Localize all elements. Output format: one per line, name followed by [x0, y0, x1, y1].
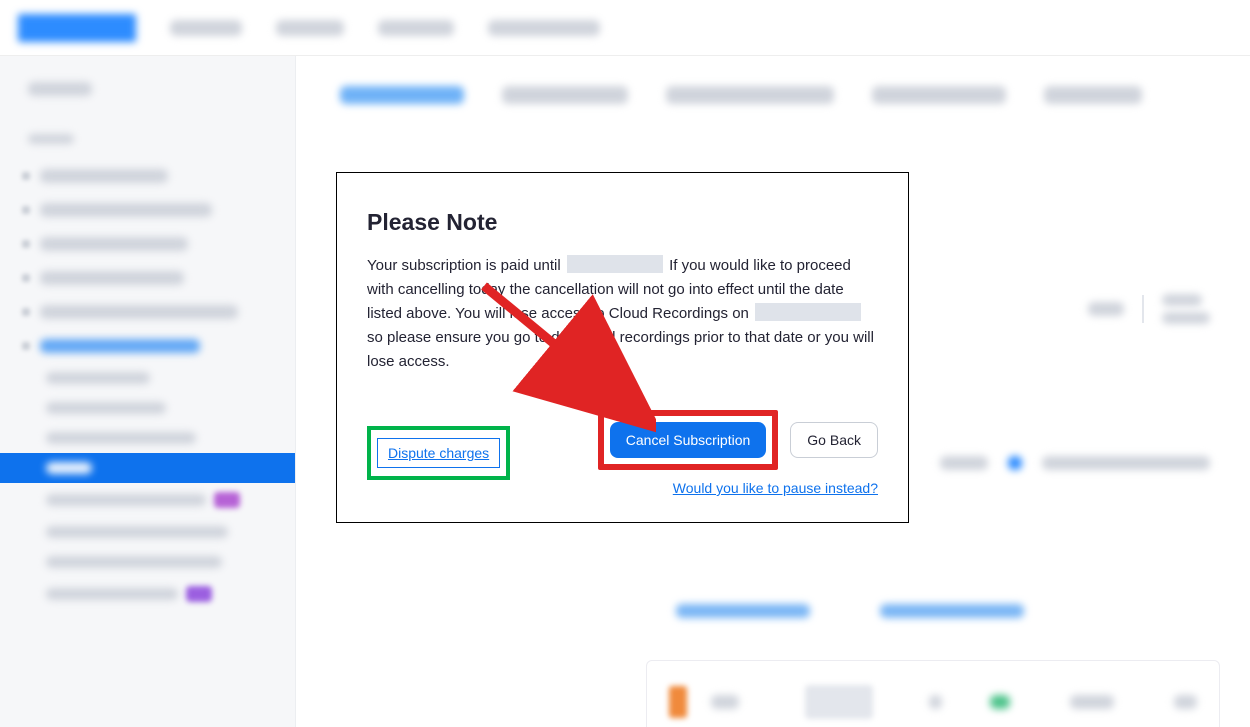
sidebar-subitem [0, 547, 295, 577]
tab [502, 86, 628, 104]
cancel-subscription-button[interactable]: Cancel Subscription [610, 422, 767, 458]
topnav-item [170, 20, 242, 36]
sidebar-item [0, 261, 295, 295]
topnav-item [276, 20, 344, 36]
go-back-button[interactable]: Go Back [790, 422, 878, 458]
highlight-green: Dispute charges [367, 426, 510, 480]
top-nav [0, 0, 1250, 56]
redacted-date [567, 255, 663, 273]
sidebar-item [0, 193, 295, 227]
sidebar-subitem [0, 423, 295, 453]
sidebar-item [0, 227, 295, 261]
sidebar [0, 56, 296, 727]
bg-card [646, 660, 1220, 727]
topnav-item [378, 20, 454, 36]
tab [872, 86, 1006, 104]
sidebar-item [0, 159, 295, 193]
tab [340, 86, 464, 104]
dispute-charges-link[interactable]: Dispute charges [377, 438, 500, 468]
sidebar-item [0, 295, 295, 329]
topnav-item [488, 20, 600, 36]
logo [18, 14, 136, 42]
sidebar-item-active-parent [0, 329, 295, 363]
dialog-title: Please Note [367, 209, 878, 236]
tabs [340, 86, 1216, 104]
sidebar-subitem [0, 483, 295, 517]
tab [666, 86, 834, 104]
bg-links [676, 604, 1024, 618]
redacted-date [755, 303, 861, 321]
bg-row [1088, 294, 1210, 324]
sidebar-subitem-active [0, 453, 295, 483]
highlight-red: Cancel Subscription [598, 410, 779, 470]
pause-instead-link[interactable]: Would you like to pause instead? [673, 480, 878, 496]
tab [1044, 86, 1142, 104]
sidebar-subitem [0, 363, 295, 393]
sidebar-subitem [0, 577, 295, 611]
cancel-subscription-dialog: Please Note Your subscription is paid un… [336, 172, 909, 523]
bg-row [940, 456, 1210, 470]
sidebar-subitem [0, 393, 295, 423]
dialog-body: Your subscription is paid until If you w… [367, 254, 878, 374]
sidebar-subitem [0, 517, 295, 547]
